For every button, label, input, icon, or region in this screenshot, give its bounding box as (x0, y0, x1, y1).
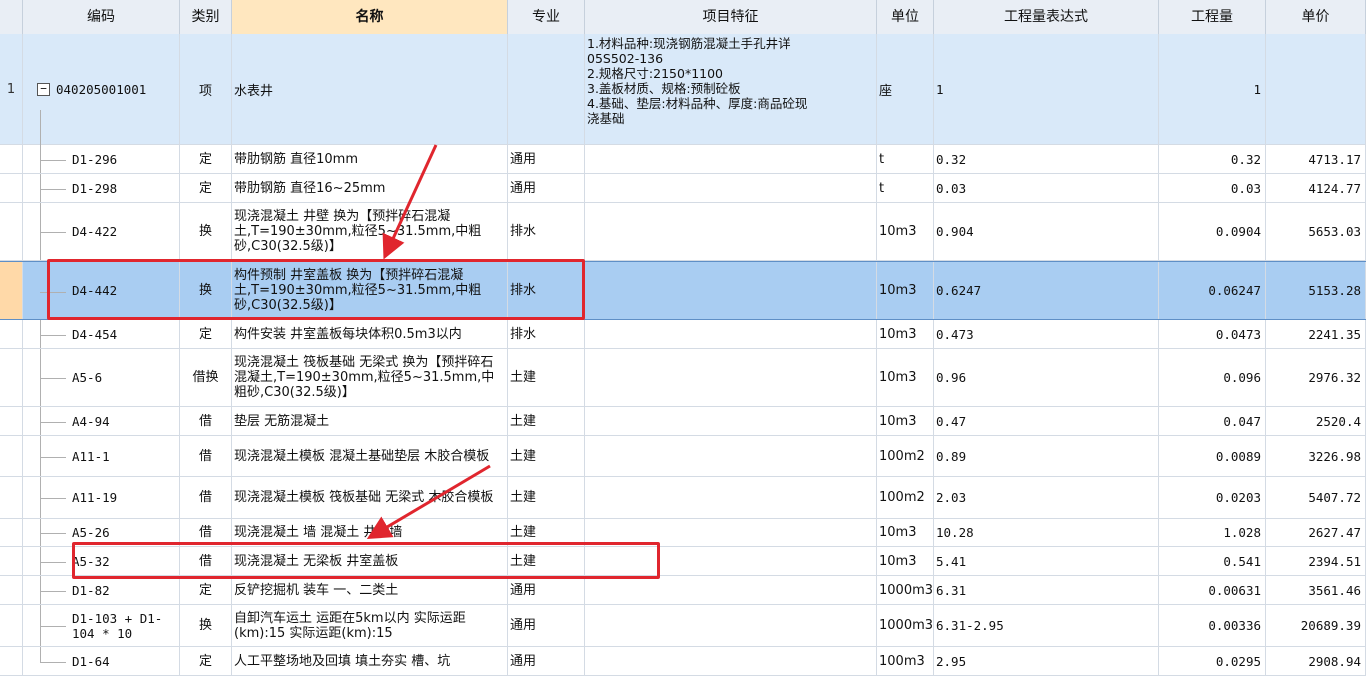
bill-of-quantities-grid: 编码 类别 名称 专业 项目特征 单位 工程量表达式 工程量 单价 1 − 04… (0, 0, 1366, 677)
annotation-arrows (366, 144, 491, 540)
arrow-to-a5-32 (366, 464, 491, 540)
arrow-to-d4-442 (382, 144, 438, 260)
